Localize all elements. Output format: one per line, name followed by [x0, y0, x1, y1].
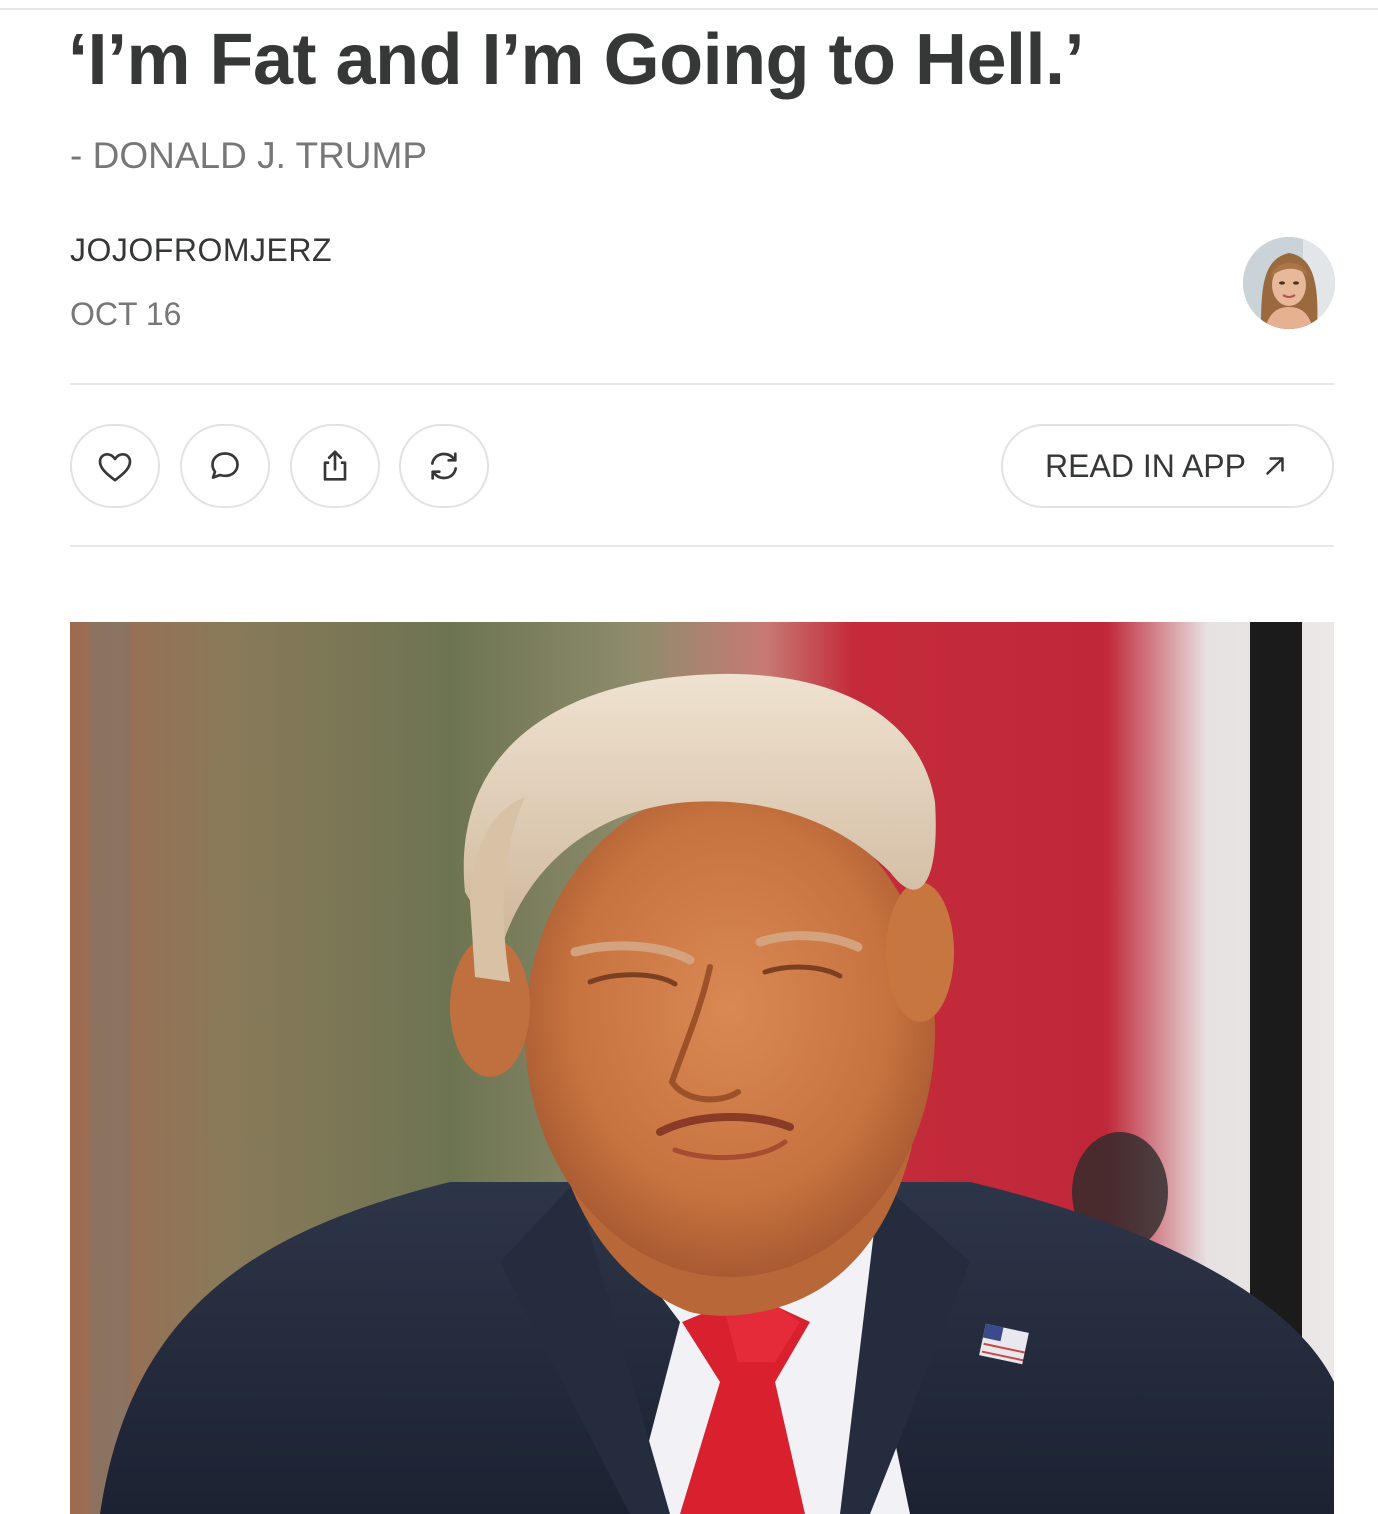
divider [70, 383, 1334, 385]
read-in-app-label: READ IN APP [1045, 447, 1246, 484]
post-date: OCT 16 [70, 296, 182, 332]
like-button[interactable] [70, 424, 160, 508]
post-title: ‘I’m Fat and I’m Going to Hell.’ [68, 20, 1085, 100]
post-page: ‘I’m Fat and I’m Going to Hell.’ - DONAL… [0, 0, 1378, 1514]
share-icon [323, 450, 347, 481]
comment-button[interactable] [180, 424, 270, 508]
restack-button[interactable] [399, 424, 489, 508]
author-name[interactable]: JOJOFROMJERZ [70, 230, 332, 270]
post-hero-image [70, 622, 1334, 1514]
restack-icon [431, 452, 457, 480]
divider [70, 545, 1334, 547]
heart-icon [98, 453, 132, 482]
portrait-photo [70, 622, 1334, 1514]
read-in-app-button[interactable]: READ IN APP [1001, 424, 1334, 508]
author-avatar[interactable] [1243, 237, 1335, 329]
top-divider [0, 8, 1378, 10]
arrow-up-right-icon [1266, 457, 1284, 475]
avatar-photo [1243, 237, 1335, 329]
share-button[interactable] [290, 424, 380, 508]
comment-icon [211, 452, 239, 479]
post-subtitle: - DONALD J. TRUMP [70, 135, 428, 176]
